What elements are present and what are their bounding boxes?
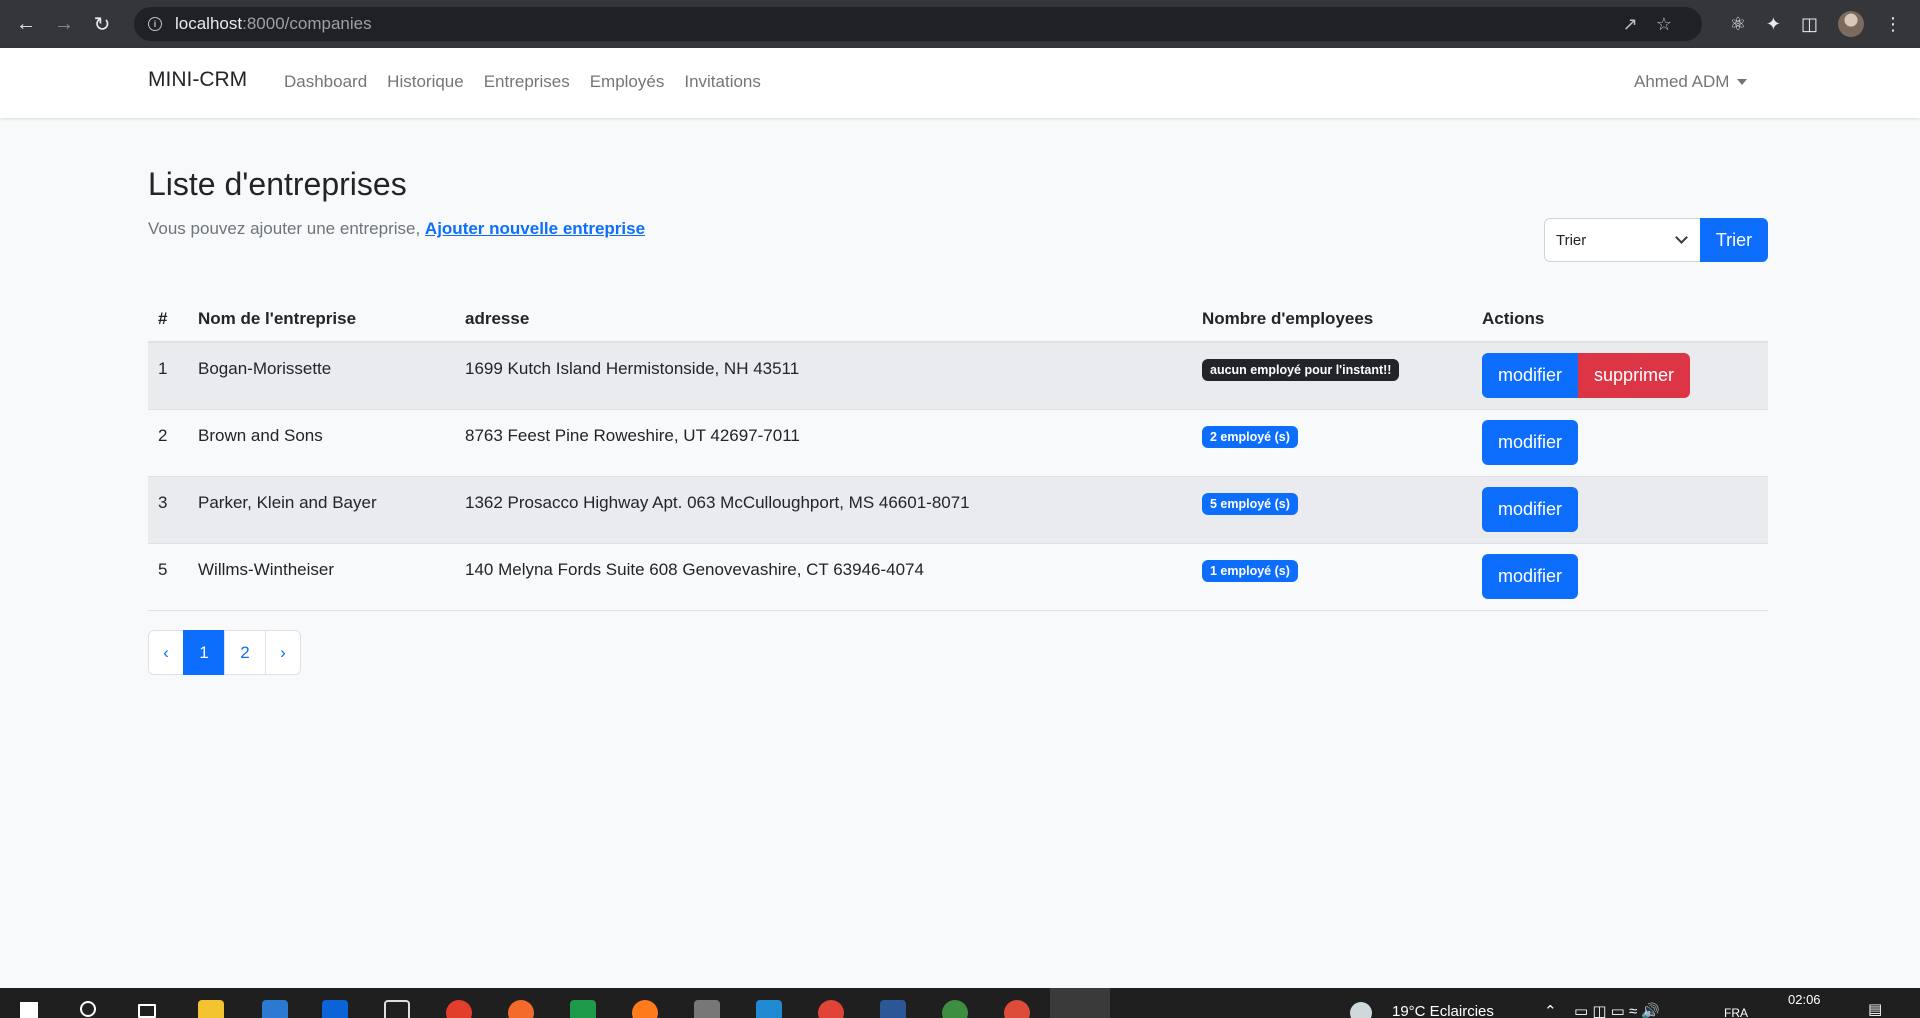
row-address: 1699 Kutch Island Hermistonside, NH 4351…	[455, 342, 1192, 410]
reload-icon[interactable]: ↻	[90, 12, 114, 36]
side-panel-icon[interactable]: ◫	[1801, 14, 1818, 35]
col-actions: Actions	[1472, 296, 1768, 343]
pagination: ‹ 1 2 ›	[148, 630, 301, 675]
chrome-icon-2[interactable]	[818, 1000, 844, 1018]
search-icon[interactable]	[80, 1001, 96, 1017]
tray-icons[interactable]: ▭ ◫ ▭ ≈ 🔊	[1574, 1002, 1660, 1018]
col-address: adresse	[455, 296, 1192, 343]
forward-icon[interactable]: →	[52, 12, 76, 36]
table-row: 1 Bogan-Morissette 1699 Kutch Island Her…	[148, 342, 1768, 410]
nav-invitations[interactable]: Invitations	[684, 72, 761, 92]
pagination-prev[interactable]: ‹	[148, 630, 184, 675]
edit-button[interactable]: modifier	[1482, 486, 1579, 532]
row-address: 1362 Prosacco Highway Apt. 063 McCulloug…	[455, 476, 1192, 544]
add-company-link[interactable]: Ajouter nouvelle entreprise	[425, 219, 645, 238]
table-row: 3 Parker, Klein and Bayer 1362 Prosacco …	[148, 476, 1768, 544]
star-icon[interactable]: ☆	[1656, 14, 1672, 35]
app-navbar: MINI-CRM Dashboard Historique Entreprise…	[0, 48, 1920, 118]
page-subtitle: Vous pouvez ajouter une entreprise, Ajou…	[148, 219, 646, 238]
col-name: Nom de l'entreprise	[188, 296, 455, 343]
share-icon[interactable]: ↗	[1623, 14, 1638, 35]
employee-count-badge: aucun employé pour l'instant!!	[1202, 359, 1400, 381]
sort-button[interactable]: Trier	[1700, 218, 1768, 262]
weather-text[interactable]: 19°C Eclaircies	[1392, 1003, 1494, 1018]
meet-icon[interactable]	[570, 1000, 596, 1018]
brand-logo[interactable]: MINI-CRM	[148, 68, 247, 92]
chrome-icon-3[interactable]	[1004, 1000, 1030, 1018]
table-row: 2 Brown and Sons 8763 Feest Pine Roweshi…	[148, 409, 1768, 477]
firefox-icon[interactable]	[632, 1000, 658, 1018]
hs-app-icon[interactable]	[942, 1000, 968, 1018]
edit-button[interactable]: modifier	[1482, 353, 1579, 398]
task-view-icon[interactable]	[138, 1004, 156, 1018]
extensions-icon[interactable]: ✦	[1766, 14, 1781, 35]
tools-icon[interactable]	[694, 1000, 720, 1018]
profile-avatar[interactable]	[1838, 11, 1864, 37]
edit-button[interactable]: modifier	[1482, 419, 1579, 465]
weather-icon	[1350, 1002, 1372, 1018]
sort-select[interactable]: Trier	[1544, 218, 1700, 262]
pagination-next[interactable]: ›	[265, 630, 301, 675]
url-text: localhost:8000/companies	[175, 14, 372, 33]
col-id: #	[148, 296, 188, 343]
nav-employes[interactable]: Employés	[590, 72, 665, 92]
user-dropdown[interactable]: Ahmed ADM	[1634, 72, 1748, 92]
row-name: Brown and Sons	[188, 409, 455, 477]
windows-start-icon[interactable]	[20, 1002, 38, 1018]
tray-chevron-icon[interactable]: ⌃	[1544, 1002, 1557, 1018]
employee-count-badge: 5 employé (s)	[1202, 492, 1298, 515]
word-icon[interactable]	[880, 1000, 906, 1018]
site-info-icon[interactable]: i	[148, 17, 162, 31]
row-address: 8763 Feest Pine Roweshire, UT 42697-7011	[455, 409, 1192, 477]
row-address: 140 Melyna Fords Suite 608 Genovevashire…	[455, 543, 1192, 611]
table-header-row: # Nom de l'entreprise adresse Nombre d'e…	[148, 296, 1768, 343]
pagination-page-1[interactable]: 1	[183, 630, 225, 675]
employee-count-badge: 2 employé (s)	[1202, 425, 1298, 448]
companies-table: # Nom de l'entreprise adresse Nombre d'e…	[148, 296, 1768, 611]
notifications-icon[interactable]: ▤	[1868, 1000, 1882, 1018]
nav-entreprises[interactable]: Entreprises	[484, 72, 570, 92]
postman-icon[interactable]	[508, 1000, 534, 1018]
windows-taskbar: 19°C Eclaircies ⌃ ▭ ◫ ▭ ≈ 🔊 FRA 02:06 ▤	[0, 988, 1920, 1018]
back-icon[interactable]: ←	[14, 12, 38, 36]
language-indicator[interactable]: FRA	[1724, 1006, 1748, 1018]
row-id: 2	[148, 409, 188, 477]
nav-links: Dashboard Historique Entreprises Employé…	[284, 72, 761, 92]
store-icon[interactable]	[262, 1000, 288, 1018]
sort-form: Trier Trier	[1544, 218, 1768, 262]
row-id: 1	[148, 342, 188, 410]
row-name: Willms-Wintheiser	[188, 543, 455, 611]
vscode-icon[interactable]	[756, 1000, 782, 1018]
employee-count-badge: 1 employé (s)	[1202, 559, 1298, 582]
active-app-icon[interactable]	[1050, 988, 1110, 1018]
clock[interactable]: 02:06	[1788, 992, 1821, 1007]
mail-icon[interactable]	[322, 1000, 348, 1018]
address-bar[interactable]: i localhost:8000/companies ↗ ☆	[134, 7, 1702, 41]
browser-toolbar: ← → ↻ i localhost:8000/companies ↗ ☆ ⚛ ✦…	[0, 0, 1920, 48]
row-id: 3	[148, 476, 188, 544]
cube-app-icon[interactable]	[384, 1000, 410, 1018]
chrome-icon[interactable]	[446, 1000, 472, 1018]
table-row: 5 Willms-Wintheiser 140 Melyna Fords Sui…	[148, 543, 1768, 611]
menu-icon[interactable]: ⋮	[1884, 14, 1902, 35]
row-id: 5	[148, 543, 188, 611]
edit-button[interactable]: modifier	[1482, 553, 1579, 599]
delete-button[interactable]: supprimer	[1578, 353, 1691, 398]
col-employees: Nombre d'employees	[1192, 296, 1472, 343]
row-name: Parker, Klein and Bayer	[188, 476, 455, 544]
nav-historique[interactable]: Historique	[387, 72, 464, 92]
file-explorer-icon[interactable]	[198, 1000, 224, 1018]
pagination-page-2[interactable]: 2	[224, 630, 266, 675]
chevron-down-icon	[1675, 231, 1688, 244]
caret-down-icon	[1737, 79, 1748, 85]
react-devtools-icon[interactable]: ⚛	[1730, 14, 1746, 35]
row-name: Bogan-Morissette	[188, 342, 455, 410]
user-name: Ahmed ADM	[1634, 72, 1730, 91]
page-title: Liste d'entreprises	[148, 166, 407, 202]
nav-dashboard[interactable]: Dashboard	[284, 72, 367, 92]
